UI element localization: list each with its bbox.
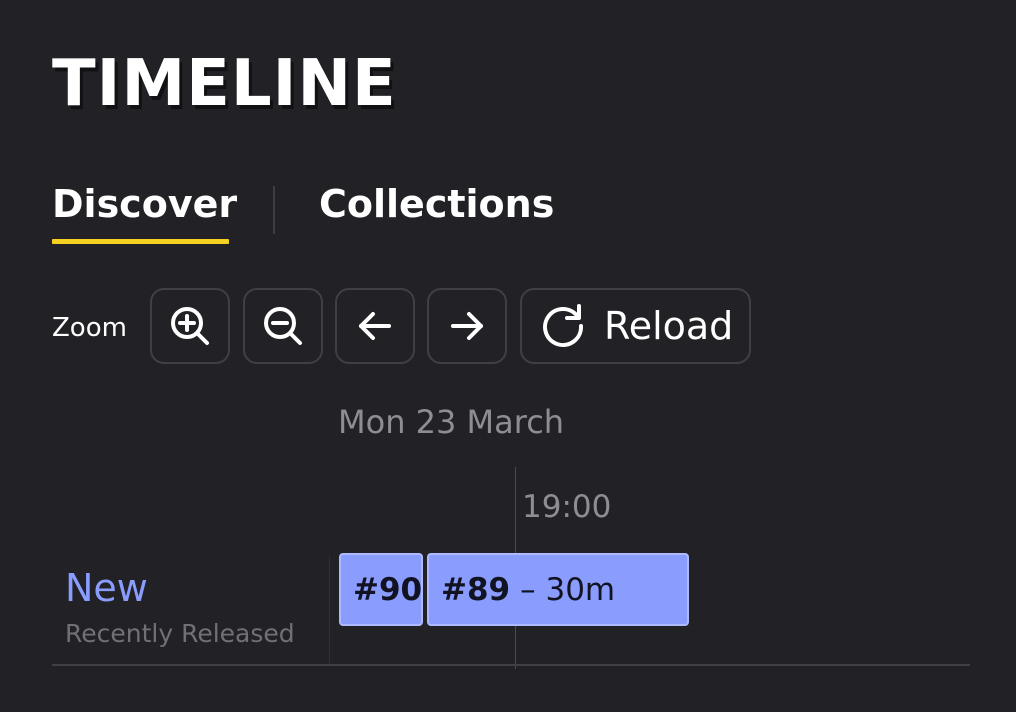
arrow-right-icon	[451, 312, 483, 340]
tab-discover-label: Discover	[52, 182, 238, 226]
timeline-panel: TIMELINE Discover Collections Zoom Reloa…	[0, 0, 1016, 712]
arrow-left-icon	[359, 312, 391, 340]
reload-button[interactable]: Reload	[520, 288, 751, 364]
row-subtitle: Recently Released	[65, 619, 295, 648]
zoom-label: Zoom	[52, 313, 127, 343]
row-label-divider	[329, 556, 330, 664]
row-title[interactable]: New	[65, 566, 148, 610]
tab-divider	[273, 186, 275, 234]
tab-collections[interactable]: Collections	[319, 176, 554, 232]
time-marker-label: 19:00	[522, 489, 612, 525]
previous-button[interactable]	[335, 288, 415, 364]
episode-number: #90	[353, 571, 423, 608]
tab-discover[interactable]: Discover	[52, 176, 238, 244]
tab-bar: Discover Collections	[52, 176, 652, 246]
episode-duration: – 30m	[520, 571, 616, 608]
zoom-out-button[interactable]	[243, 288, 323, 364]
tab-collections-label: Collections	[319, 182, 555, 226]
zoom-in-icon	[171, 307, 209, 345]
episode-number: #89	[441, 571, 511, 608]
page-title: TIMELINE	[52, 47, 397, 121]
zoom-in-button[interactable]	[150, 288, 230, 364]
reload-label: Reload	[604, 304, 734, 348]
timeline-date: Mon 23 March	[338, 403, 565, 441]
next-button[interactable]	[427, 288, 507, 364]
active-tab-underline	[52, 239, 229, 244]
episode-block[interactable]: #90	[339, 553, 423, 626]
row-baseline	[52, 664, 970, 666]
episode-block[interactable]: #89 – 30m	[427, 553, 689, 626]
reload-icon	[543, 304, 584, 347]
zoom-out-icon	[264, 307, 302, 345]
